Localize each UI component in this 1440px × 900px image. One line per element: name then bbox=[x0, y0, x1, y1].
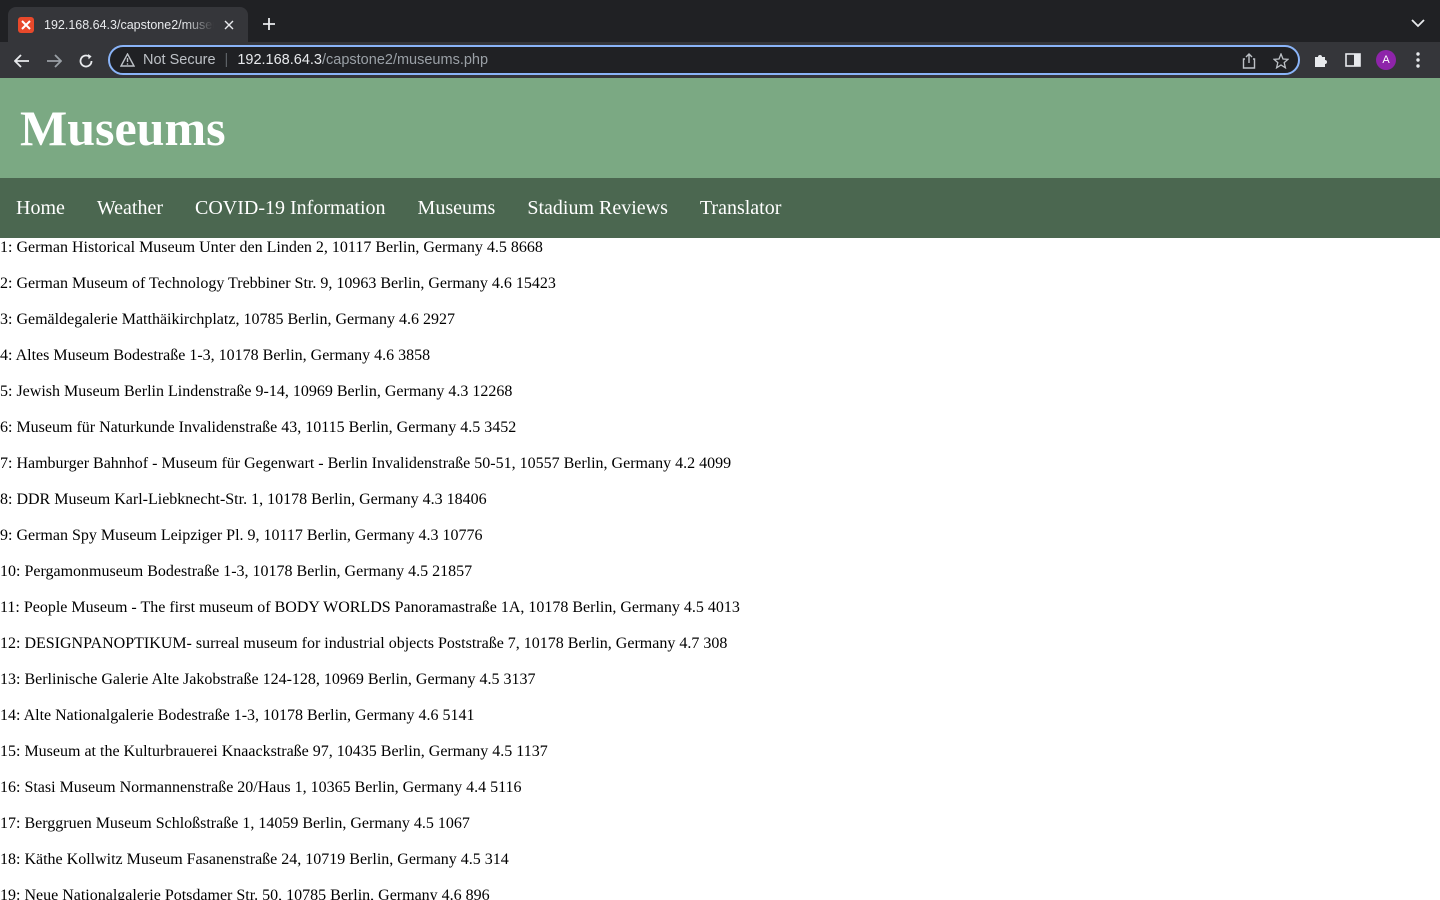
share-icon[interactable] bbox=[1241, 53, 1257, 69]
nav-link-stadium-reviews[interactable]: Stadium Reviews bbox=[527, 197, 668, 220]
address-bar[interactable]: Not Secure | 192.168.64.3/capstone2/muse… bbox=[108, 45, 1300, 75]
profile-avatar[interactable]: A bbox=[1376, 50, 1396, 70]
nav-link-covid-info[interactable]: COVID-19 Information bbox=[195, 197, 386, 220]
list-item: 16: Stasi Museum Normannenstraße 20/Haus… bbox=[0, 779, 522, 796]
reload-icon[interactable] bbox=[75, 50, 97, 72]
list-item: 6: Museum für Naturkunde Invalidenstraße… bbox=[0, 419, 517, 436]
side-panel-icon[interactable] bbox=[1344, 51, 1362, 69]
forward-arrow-icon[interactable] bbox=[43, 50, 65, 72]
not-secure-label[interactable]: Not Secure bbox=[143, 52, 216, 68]
new-tab-plus-icon[interactable] bbox=[259, 14, 279, 34]
back-arrow-icon[interactable] bbox=[11, 50, 33, 72]
list-item: 11: People Museum - The first museum of … bbox=[0, 599, 740, 616]
list-item: 3: Gemäldegalerie Matthäikirchplatz, 107… bbox=[0, 311, 455, 328]
list-item: 14: Alte Nationalgalerie Bodestraße 1-3,… bbox=[0, 707, 475, 724]
list-item: 10: Pergamonmuseum Bodestraße 1-3, 10178… bbox=[0, 563, 473, 580]
extensions-puzzle-icon[interactable] bbox=[1312, 51, 1330, 69]
list-item: 2: German Museum of Technology Trebbiner… bbox=[0, 275, 556, 292]
list-item: 1: German Historical Museum Unter den Li… bbox=[0, 239, 543, 256]
xampp-favicon-icon bbox=[18, 16, 34, 33]
address-separator: | bbox=[224, 52, 229, 68]
tab-close-icon[interactable] bbox=[220, 16, 238, 34]
list-item: 7: Hamburger Bahnhof - Museum für Gegenw… bbox=[0, 455, 732, 472]
list-item: 18: Käthe Kollwitz Museum Fasanenstraße … bbox=[0, 851, 509, 868]
list-item: 13: Berlinische Galerie Alte Jakobstraße… bbox=[0, 671, 536, 688]
nav-link-home[interactable]: Home bbox=[16, 197, 65, 220]
nav-link-museums[interactable]: Museums bbox=[418, 197, 496, 220]
site-header: Museums bbox=[0, 78, 1440, 178]
kebab-menu-icon[interactable] bbox=[1409, 51, 1427, 69]
tab-search-chevron-down-icon[interactable] bbox=[1410, 15, 1426, 31]
browser-toolbar: Not Secure | 192.168.64.3/capstone2/muse… bbox=[0, 42, 1440, 78]
page-title: Museums bbox=[20, 100, 226, 156]
list-item: 4: Altes Museum Bodestraße 1-3, 10178 Be… bbox=[0, 347, 431, 364]
nav-link-translator[interactable]: Translator bbox=[700, 197, 781, 220]
list-item: 5: Jewish Museum Berlin Lindenstraße 9-1… bbox=[0, 383, 513, 400]
url-path: /capstone2/museums.php bbox=[322, 52, 489, 68]
url-host: 192.168.64.3 bbox=[237, 52, 322, 68]
bookmark-star-icon[interactable] bbox=[1273, 53, 1289, 69]
list-item: 8: DDR Museum Karl-Liebknecht-Str. 1, 10… bbox=[0, 491, 487, 508]
museum-list: 1: German Historical Museum Unter den Li… bbox=[0, 238, 1440, 900]
nav-link-weather[interactable]: Weather bbox=[97, 197, 163, 220]
list-item: 15: Museum at the Kulturbrauerei Knaacks… bbox=[0, 743, 548, 760]
list-item: 19: Neue Nationalgalerie Potsdamer Str. … bbox=[0, 887, 490, 900]
site-nav: Home Weather COVID-19 Information Museum… bbox=[0, 178, 1440, 238]
list-item: 9: German Spy Museum Leipziger Pl. 9, 10… bbox=[0, 527, 483, 544]
warning-triangle-icon[interactable] bbox=[119, 52, 135, 68]
tab-title: 192.168.64.3/capstone2/museums.php bbox=[44, 17, 214, 32]
list-item: 12: DESIGNPANOPTIKUM- surreal museum for… bbox=[0, 635, 728, 652]
browser-tab[interactable]: 192.168.64.3/capstone2/museums.php bbox=[8, 7, 248, 42]
list-item: 17: Berggruen Museum Schloßstraße 1, 140… bbox=[0, 815, 470, 832]
browser-tabbar: 192.168.64.3/capstone2/museums.php bbox=[0, 0, 1440, 42]
